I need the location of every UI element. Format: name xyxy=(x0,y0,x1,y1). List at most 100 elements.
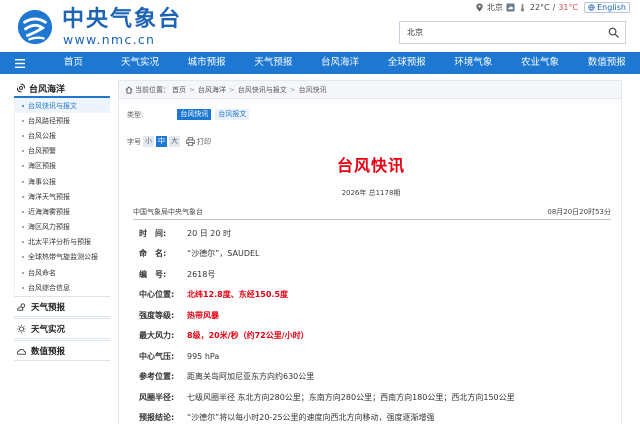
nav-numerical-forecast[interactable]: 数值预报 xyxy=(573,52,640,74)
typhoon-fields: 时 间: 20 日 20 时 命 名: “沙德尔”，SAUDEL 编 号: 26… xyxy=(139,223,609,424)
sidebar-item-label: 全球热带气旋监测公报 xyxy=(28,253,98,262)
sidebar-item-typhoon-info[interactable]: 台风综合信息 xyxy=(15,280,110,295)
nav-city-forecast[interactable]: 城市预报 xyxy=(173,52,240,74)
sidebar-item-track-forecast[interactable]: 台风路径预报 xyxy=(15,113,110,128)
sidebar-section-numerical[interactable]: 数值预报 xyxy=(14,340,110,362)
sidebar-item-typhoon-report[interactable]: 台风公报 xyxy=(15,128,110,143)
sidebar-item-sea-fog[interactable]: 近海海雾预报 xyxy=(15,204,110,219)
field-value: 2618号 xyxy=(187,269,216,279)
field-row-reference-position: 参考位置: 距离关岛阿加尼亚东方向约630公里 xyxy=(139,367,609,388)
field-label: 预报结论: xyxy=(139,413,175,423)
sidebar-item-label: 台风快讯与报文 xyxy=(28,101,77,110)
sidebar-section-typhoon[interactable]: 台风海洋 xyxy=(14,80,110,98)
sidebar-item-sea-wind[interactable]: 海区风力预报 xyxy=(15,220,110,235)
field-label: 命 名: xyxy=(139,249,167,259)
print-button[interactable]: 打印 xyxy=(186,137,211,147)
breadcrumb-separator: > xyxy=(228,85,235,94)
sidebar-item-label: 海区风力预报 xyxy=(28,223,70,232)
nav-home[interactable]: 首页 xyxy=(40,52,107,74)
type-tag-bulletin[interactable]: 台风快讯 xyxy=(177,109,212,120)
nav-environment[interactable]: 环境气象 xyxy=(440,52,507,74)
cloud-sun-icon xyxy=(17,303,26,311)
sidebar-item-label: 北太平洋分析与预报 xyxy=(28,238,91,247)
nav-weather-observations[interactable]: 天气实况 xyxy=(107,52,174,74)
article-source: 中国气象局中央气象台 xyxy=(133,208,203,216)
page-root: 中央气象台 www.nmc.cn 北京 22°C / 31°C English … xyxy=(0,0,640,424)
breadcrumb-separator: > xyxy=(289,85,296,94)
article-datetime: 08月20日20时53分 xyxy=(547,208,611,216)
breadcrumb-prefix: 当前位置： xyxy=(135,85,170,94)
sidebar-item-label: 台风公报 xyxy=(28,131,56,140)
sidebar-section-weather-forecast[interactable]: 天气预报 xyxy=(14,296,110,318)
font-size-medium[interactable]: 中 xyxy=(156,136,167,147)
article-issue: 2026年 总1178期 xyxy=(341,189,401,197)
sun-icon xyxy=(17,324,26,334)
field-label: 中心气压: xyxy=(139,351,175,361)
site-url: www.nmc.cn xyxy=(63,32,156,47)
nav-weather-forecast[interactable]: 天气预报 xyxy=(240,52,307,74)
english-button[interactable]: English xyxy=(584,2,630,13)
search-button[interactable] xyxy=(601,22,625,43)
sidebar-item-sea-area-forecast[interactable]: 海区预报 xyxy=(15,159,110,174)
field-label: 参考位置: xyxy=(139,372,175,382)
field-value: 995 hPa xyxy=(187,351,220,361)
sidebar-item-label: 台风综合信息 xyxy=(28,283,70,292)
bullet-icon xyxy=(22,119,24,122)
sidebar-section-weather-observations[interactable]: 天气实况 xyxy=(14,318,110,340)
sidebar: 台风海洋 台风快讯与报文 台风路径预报 台风公报 台风预警 海区预报 海事公报 … xyxy=(14,80,110,424)
sidebar-item-label: 台风路径预报 xyxy=(28,116,70,125)
sidebar-item-ocean-weather[interactable]: 海洋天气预报 xyxy=(15,189,110,204)
globe-icon xyxy=(588,4,595,11)
field-label: 最大风力: xyxy=(139,331,175,341)
field-row-time: 时 间: 20 日 20 时 xyxy=(139,223,609,244)
font-size-label: 字号 xyxy=(127,137,141,146)
article-title: 台风快讯 xyxy=(336,156,405,175)
nav-agriculture[interactable]: 农业气象 xyxy=(507,52,574,74)
sidebar-section-label: 天气实况 xyxy=(31,324,66,335)
search-input[interactable] xyxy=(400,22,598,43)
location-pin-icon xyxy=(476,3,483,12)
cloud-icon xyxy=(16,349,27,355)
type-label: 类型: xyxy=(127,110,144,119)
printer-icon xyxy=(186,137,195,146)
field-row-intensity: 强度等级: 热带风暴 xyxy=(139,305,609,326)
sidebar-item-typhoon-bulletin[interactable]: 台风快讯与报文 xyxy=(15,98,110,114)
nmc-logo-icon[interactable] xyxy=(16,8,54,46)
nav-menu-button[interactable] xyxy=(0,52,40,74)
sidebar-list: 台风快讯与报文 台风路径预报 台风公报 台风预警 海区预报 海事公报 海洋天气预… xyxy=(14,98,110,296)
site-title[interactable]: 中央气象台 xyxy=(62,7,182,33)
sidebar-item-maritime-report[interactable]: 海事公报 xyxy=(15,174,110,189)
search-icon xyxy=(608,27,619,38)
font-size-small[interactable]: 小 xyxy=(143,136,154,147)
breadcrumb-home[interactable]: 首页 xyxy=(172,85,186,95)
field-row-number: 编 号: 2618号 xyxy=(139,264,609,285)
font-size-large[interactable]: 大 xyxy=(169,136,180,147)
sidebar-item-global-cyclone[interactable]: 全球热带气旋监测公报 xyxy=(15,250,110,265)
sidebar-item-north-pacific[interactable]: 北太平洋分析与预报 xyxy=(15,235,110,250)
main-nav: 首页 天气实况 城市预报 天气预报 台风海洋 全球预报 环境气象 农业气象 数值… xyxy=(0,52,640,74)
field-value: 热带风暴 xyxy=(187,310,219,320)
english-label: English xyxy=(597,3,626,12)
font-size-controls: 字号 小 中 大 打印 xyxy=(127,136,211,147)
sidebar-item-label: 近海海雾预报 xyxy=(28,207,70,216)
temp-low: 22°C xyxy=(529,3,550,12)
bullet-icon xyxy=(22,180,24,183)
sidebar-item-typhoon-warning[interactable]: 台风预警 xyxy=(15,144,110,159)
sidebar-item-typhoon-naming[interactable]: 台风命名 xyxy=(15,265,110,280)
breadcrumb-typhoon-ocean[interactable]: 台风海洋 xyxy=(198,85,226,95)
breadcrumb-separator: > xyxy=(189,85,195,94)
nav-global-forecast[interactable]: 全球预报 xyxy=(373,52,440,74)
type-tag-report[interactable]: 台风报文 xyxy=(215,109,250,120)
bullet-icon xyxy=(22,165,24,168)
bullet-icon xyxy=(22,286,24,289)
breadcrumb-current: 台风快讯 xyxy=(298,85,327,94)
search-box xyxy=(399,21,626,44)
typhoon-swirl-icon xyxy=(16,83,26,93)
current-city[interactable]: 北京 xyxy=(487,2,503,13)
bullet-icon xyxy=(22,226,24,229)
field-row-center-position: 中心位置: 北纬12.8度、东经150.5度 xyxy=(139,285,609,306)
breadcrumb-typhoon-bulletin[interactable]: 台风快讯与报文 xyxy=(238,85,287,95)
field-label: 中心位置: xyxy=(139,290,175,300)
bullet-icon xyxy=(22,134,24,137)
nav-typhoon-ocean[interactable]: 台风海洋 xyxy=(307,52,374,74)
